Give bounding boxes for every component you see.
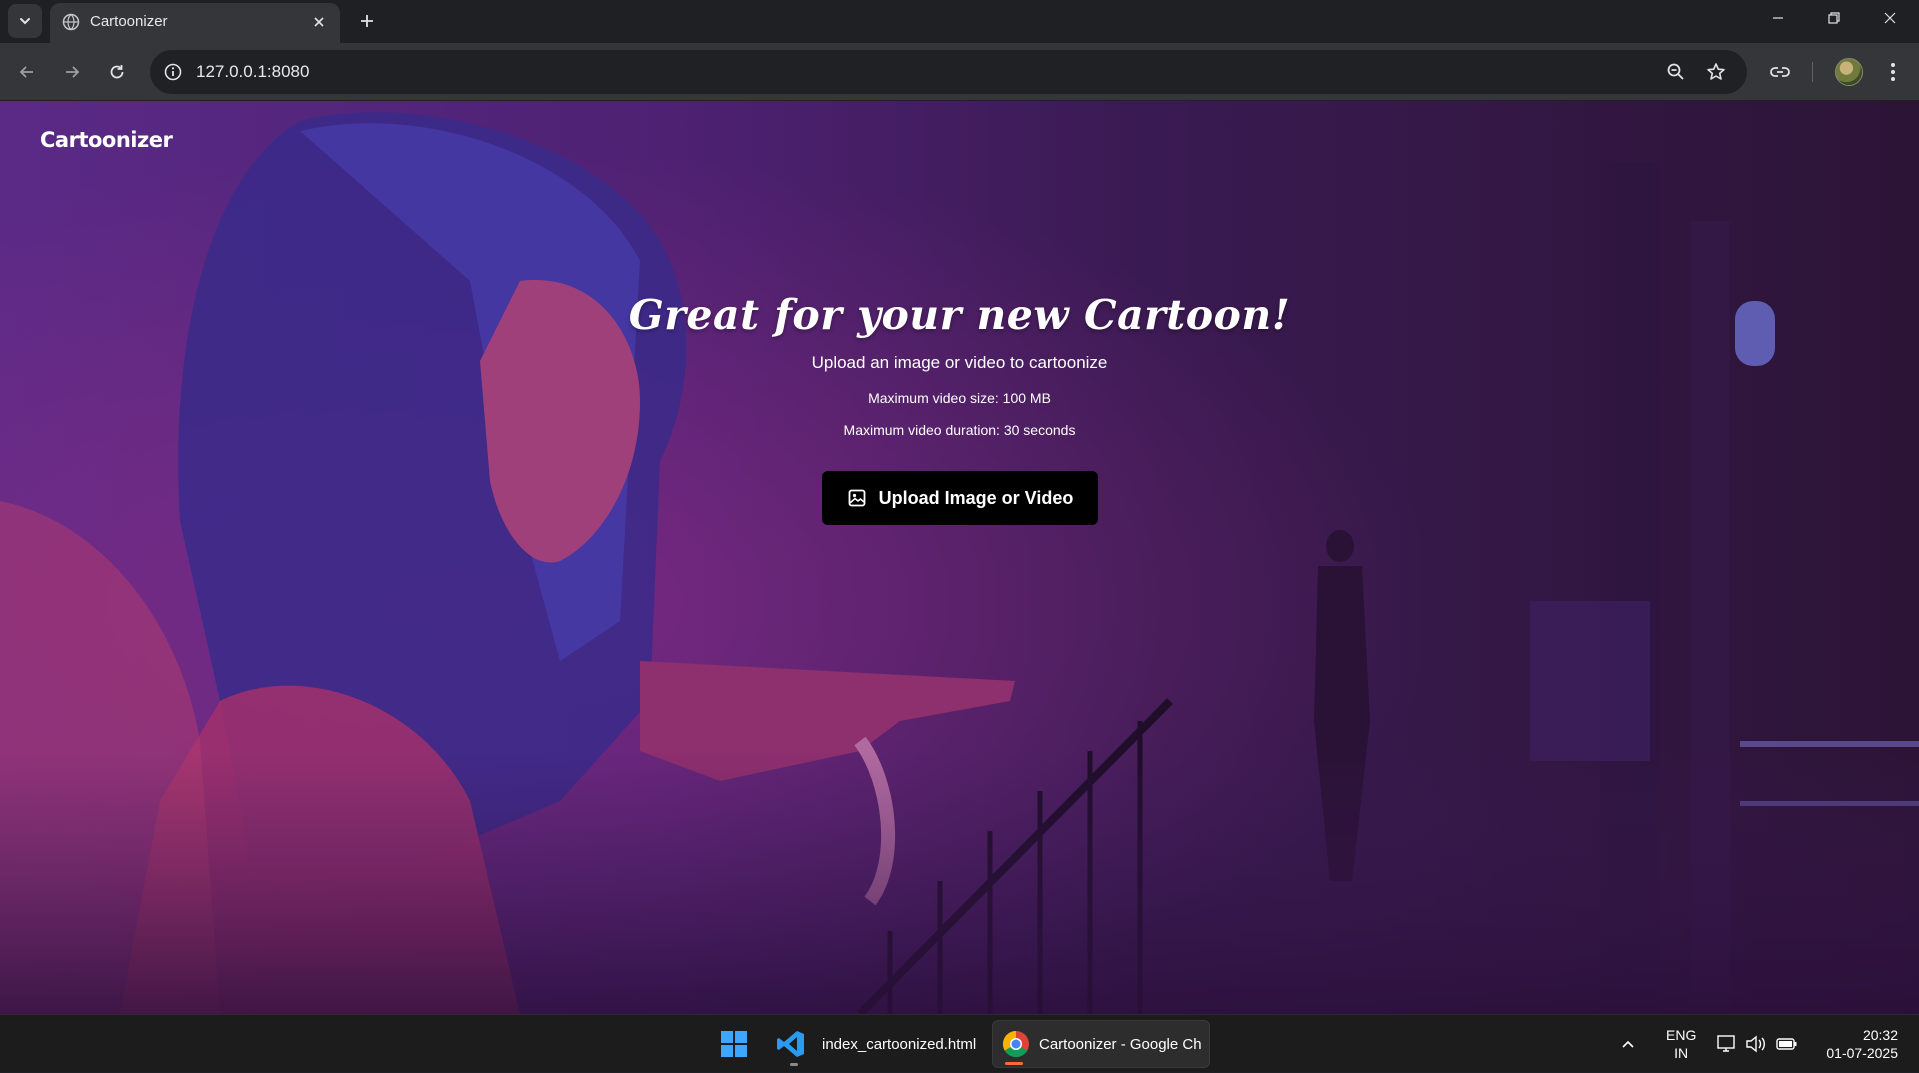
- arrow-right-icon: [66, 66, 80, 78]
- chevron-down-icon: [20, 18, 30, 25]
- toolbar-divider: [1812, 62, 1813, 82]
- tab-close-button[interactable]: [308, 11, 330, 33]
- link-icon: [1770, 67, 1790, 77]
- upload-button[interactable]: Upload Image or Video: [822, 471, 1098, 525]
- network-icon-button[interactable]: [1716, 1015, 1738, 1073]
- chrome-icon: [1002, 1030, 1029, 1058]
- taskbar-app-label: index_cartoonized.html: [822, 1035, 977, 1053]
- language-code: ENG: [1666, 1027, 1697, 1043]
- windows-logo-icon: [721, 1031, 747, 1057]
- volume-icon: [1746, 1035, 1765, 1053]
- volume-icon-button[interactable]: [1745, 1015, 1767, 1073]
- taskbar-app-chrome[interactable]: Cartoonizer - Google Ch: [992, 1020, 1210, 1068]
- url-text[interactable]: 127.0.0.1:8080: [196, 62, 309, 82]
- chevron-up-icon: [1622, 1040, 1634, 1048]
- region-code: IN: [1674, 1045, 1689, 1061]
- taskbar-app-vscode[interactable]: index_cartoonized.html: [768, 1020, 988, 1068]
- network-icon: [1717, 1035, 1735, 1052]
- link-button[interactable]: [1763, 55, 1797, 89]
- clock[interactable]: 20:32 01-07-2025: [1818, 1015, 1898, 1073]
- battery-icon-button[interactable]: [1775, 1015, 1799, 1073]
- start-button[interactable]: [710, 1020, 758, 1068]
- vscode-icon: [777, 1031, 804, 1057]
- tab-search-button[interactable]: [8, 4, 42, 38]
- browser-toolbar: 127.0.0.1:8080: [0, 43, 1919, 101]
- page-title: Great for your new Cartoon!: [628, 291, 1291, 339]
- tab-title: Cartoonizer: [90, 13, 168, 30]
- tab-cartoonizer[interactable]: Cartoonizer: [50, 3, 340, 43]
- reload-icon: [110, 65, 124, 79]
- max-size-note: Maximum video size: 100 MB: [868, 390, 1051, 406]
- restore-button[interactable]: [1806, 0, 1862, 36]
- show-hidden-icons-button[interactable]: [1620, 1015, 1636, 1073]
- browser-menu-button[interactable]: [1876, 55, 1910, 89]
- active-indicator: [1005, 1062, 1023, 1065]
- arrow-left-icon: [19, 66, 33, 78]
- language-indicator[interactable]: ENG IN: [1666, 1015, 1696, 1073]
- window-close-button[interactable]: [1862, 0, 1918, 36]
- minimize-button[interactable]: [1750, 0, 1806, 36]
- site-info-icon[interactable]: [162, 61, 184, 83]
- page-viewport: Cartoonizer Great for your new Cartoon! …: [0, 101, 1919, 1014]
- reload-button[interactable]: [100, 55, 134, 89]
- profile-avatar[interactable]: [1835, 58, 1863, 86]
- clock-date: 01-07-2025: [1826, 1045, 1898, 1061]
- back-button[interactable]: [10, 55, 44, 89]
- upload-button-label: Upload Image or Video: [878, 487, 1074, 508]
- forward-button[interactable]: [55, 55, 89, 89]
- image-icon: [848, 489, 866, 507]
- plus-icon: [361, 15, 373, 27]
- os-taskbar: index_cartoonized.html Cartoonizer - Goo…: [0, 1014, 1919, 1072]
- close-icon: [314, 17, 324, 27]
- more-vertical-icon: [1891, 63, 1895, 81]
- bookmark-star-icon[interactable]: [1705, 61, 1727, 83]
- new-tab-button[interactable]: [352, 6, 382, 36]
- globe-icon: [62, 13, 80, 31]
- battery-icon: [1776, 1038, 1797, 1050]
- brand-logo[interactable]: Cartoonizer: [40, 128, 173, 152]
- background-illustration: [0, 101, 1919, 1014]
- browser-tabstrip: Cartoonizer: [0, 0, 1919, 43]
- restore-icon: [1828, 12, 1840, 24]
- max-duration-note: Maximum video duration: 30 seconds: [843, 422, 1076, 438]
- close-icon: [1884, 12, 1896, 24]
- minimize-icon: [1773, 17, 1783, 19]
- taskbar-app-label: Cartoonizer - Google Ch: [1039, 1035, 1201, 1053]
- running-indicator: [790, 1063, 798, 1066]
- clock-time: 20:32: [1862, 1027, 1898, 1043]
- zoom-icon[interactable]: [1665, 61, 1687, 83]
- address-bar[interactable]: 127.0.0.1:8080: [150, 50, 1747, 94]
- page-subtitle: Upload an image or video to cartoonize: [811, 353, 1108, 372]
